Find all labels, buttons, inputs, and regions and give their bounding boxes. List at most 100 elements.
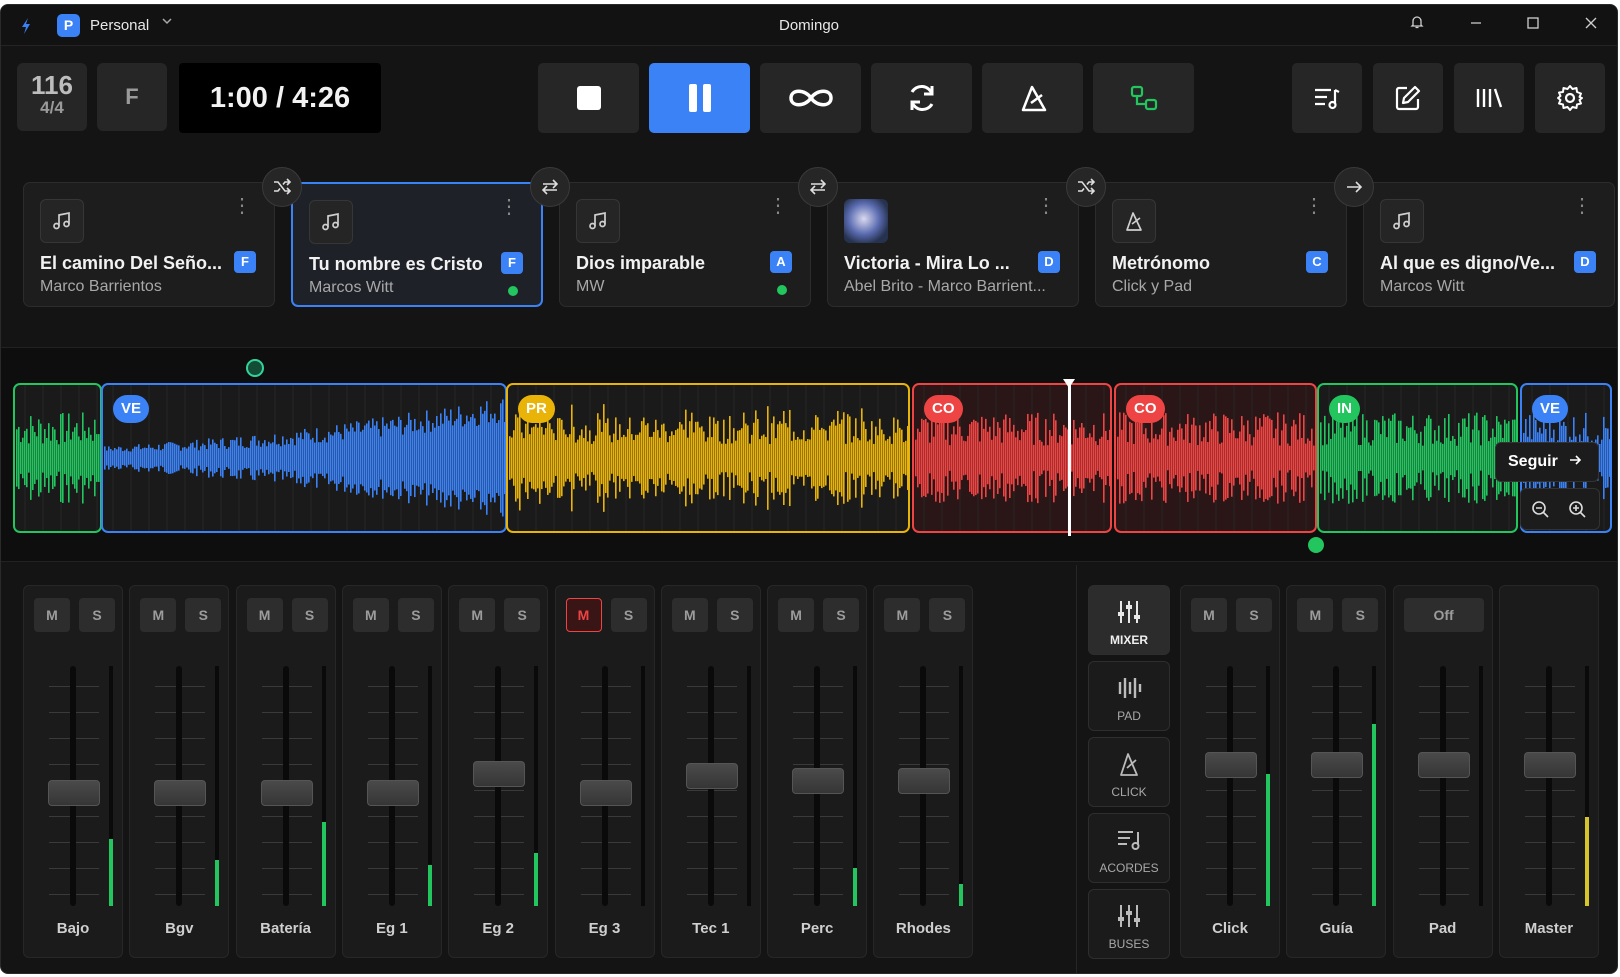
playhead[interactable] <box>1068 381 1071 536</box>
library-button[interactable] <box>1454 63 1524 133</box>
fader-handle[interactable] <box>792 768 845 794</box>
minimize-icon[interactable] <box>1462 13 1490 39</box>
arrow-right-icon[interactable] <box>1334 167 1374 207</box>
zoom-in-icon[interactable] <box>1568 500 1588 520</box>
level-meter <box>534 666 539 906</box>
swap-icon[interactable] <box>798 167 838 207</box>
mute-button[interactable]: M <box>671 598 708 632</box>
off-button[interactable]: Off <box>1403 598 1484 632</box>
tab-click[interactable]: CLICK <box>1088 737 1170 807</box>
settings-button[interactable] <box>1535 63 1605 133</box>
setlist-card[interactable]: ⋮ El camino Del Seño... Marco Barrientos F <box>23 182 275 307</box>
solo-button[interactable]: S <box>1236 598 1272 632</box>
maximize-icon[interactable] <box>1519 13 1547 39</box>
follow-button[interactable]: Seguir <box>1495 442 1599 482</box>
mute-button[interactable]: M <box>246 598 283 632</box>
stop-button[interactable] <box>538 63 639 133</box>
level-meter <box>321 666 326 906</box>
metronome-button[interactable] <box>982 63 1083 133</box>
solo-button[interactable]: S <box>397 598 434 632</box>
mute-button[interactable]: M <box>352 598 389 632</box>
edit-button[interactable] <box>1373 63 1443 133</box>
setlist-card[interactable]: ⋮ Metrónomo Click y Pad C <box>1095 182 1347 307</box>
fader-handle[interactable] <box>48 779 100 806</box>
fader-handle[interactable] <box>154 779 207 806</box>
mixer-icon <box>1118 601 1140 623</box>
key-display[interactable]: F <box>97 63 167 131</box>
song-title: Al que es digno/Ve... <box>1380 253 1556 273</box>
fader-handle[interactable] <box>473 761 526 788</box>
buses-icon <box>1118 905 1140 927</box>
fader-handle[interactable] <box>1205 751 1257 778</box>
mute-button[interactable]: M <box>1191 598 1227 632</box>
fader-handle[interactable] <box>579 779 632 806</box>
song-section[interactable]: CO <box>912 383 1112 533</box>
solo-button[interactable]: S <box>79 598 115 632</box>
fader-handle[interactable] <box>898 768 951 794</box>
channel-name: Master <box>1524 920 1574 937</box>
solo-button[interactable]: S <box>929 598 966 632</box>
more-menu-icon[interactable]: ⋮ <box>1572 196 1592 216</box>
fader-handle[interactable] <box>1311 751 1364 778</box>
mute-button[interactable]: M <box>778 598 815 632</box>
setlist-card[interactable]: ⋮ Tu nombre es Cristo Marcos Witt F <box>291 182 543 307</box>
mute-button[interactable]: M <box>565 598 602 632</box>
loop-button[interactable] <box>760 63 861 133</box>
channel-strip: Master <box>1498 585 1599 958</box>
mute-button[interactable]: M <box>459 598 496 632</box>
swap-icon[interactable] <box>530 167 570 207</box>
more-menu-icon[interactable]: ⋮ <box>1036 196 1056 216</box>
routing-button[interactable] <box>1093 63 1194 133</box>
solo-button[interactable]: S <box>716 598 753 632</box>
shuffle-icon[interactable] <box>262 167 302 207</box>
more-menu-icon[interactable]: ⋮ <box>499 197 519 217</box>
more-menu-icon[interactable]: ⋮ <box>768 196 788 216</box>
solo-button[interactable]: S <box>1342 598 1379 632</box>
marker-icon[interactable] <box>246 359 264 377</box>
solo-button[interactable]: S <box>823 598 860 632</box>
solo-button[interactable]: S <box>504 598 541 632</box>
mute-button[interactable]: M <box>1297 598 1334 632</box>
more-menu-icon[interactable]: ⋮ <box>232 196 252 216</box>
song-section[interactable] <box>13 383 102 533</box>
song-section[interactable]: IN <box>1317 383 1518 533</box>
song-section[interactable]: CO <box>1114 383 1317 533</box>
mute-button[interactable]: M <box>34 598 70 632</box>
close-icon[interactable] <box>1577 13 1605 39</box>
song-section[interactable]: VE <box>101 383 507 533</box>
song-section[interactable]: PR <box>506 383 910 533</box>
solo-button[interactable]: S <box>291 598 328 632</box>
mute-button[interactable]: M <box>884 598 921 632</box>
setlist-button[interactable] <box>1292 63 1362 133</box>
fader-handle[interactable] <box>260 779 313 806</box>
setlist-card[interactable]: ⋮ Al que es digno/Ve... Marcos Witt D <box>1363 182 1615 307</box>
mute-button[interactable]: M <box>140 598 177 632</box>
fader-track <box>1545 666 1552 906</box>
section-marker-dot[interactable] <box>1308 537 1324 553</box>
fader-handle[interactable] <box>1417 751 1470 778</box>
fader-handle[interactable] <box>366 779 419 806</box>
zoom-out-icon[interactable] <box>1531 500 1551 520</box>
tab-label: MIXER <box>1109 633 1148 647</box>
tab-acordes[interactable]: ACORDES <box>1088 813 1170 883</box>
tempo-display[interactable]: 116 4/4 <box>17 63 87 131</box>
refresh-button[interactable] <box>871 63 972 133</box>
pause-button[interactable] <box>649 63 750 133</box>
setlist-card[interactable]: ⋮ Victoria - Mira Lo ... Abel Brito - Marc… <box>827 182 1079 307</box>
shuffle-icon[interactable] <box>1066 167 1106 207</box>
channel-strip: M S Click <box>1180 585 1280 958</box>
tab-label: PAD <box>1117 709 1141 723</box>
fader-handle[interactable] <box>685 763 738 790</box>
channel-strip: M S Bajo <box>23 585 123 958</box>
tab-mixer[interactable]: MIXER <box>1088 585 1170 655</box>
more-menu-icon[interactable]: ⋮ <box>1304 196 1324 216</box>
tab-buses[interactable]: BUSES <box>1088 889 1170 959</box>
level-meter <box>640 666 645 906</box>
solo-button[interactable]: S <box>185 598 222 632</box>
setlist-card[interactable]: ⋮ Dios imparable MW A <box>559 182 811 307</box>
bell-icon[interactable] <box>1403 13 1431 39</box>
fader-track <box>1439 666 1446 906</box>
fader-handle[interactable] <box>1523 751 1576 778</box>
tab-pad[interactable]: PAD <box>1088 661 1170 731</box>
solo-button[interactable]: S <box>610 598 647 632</box>
